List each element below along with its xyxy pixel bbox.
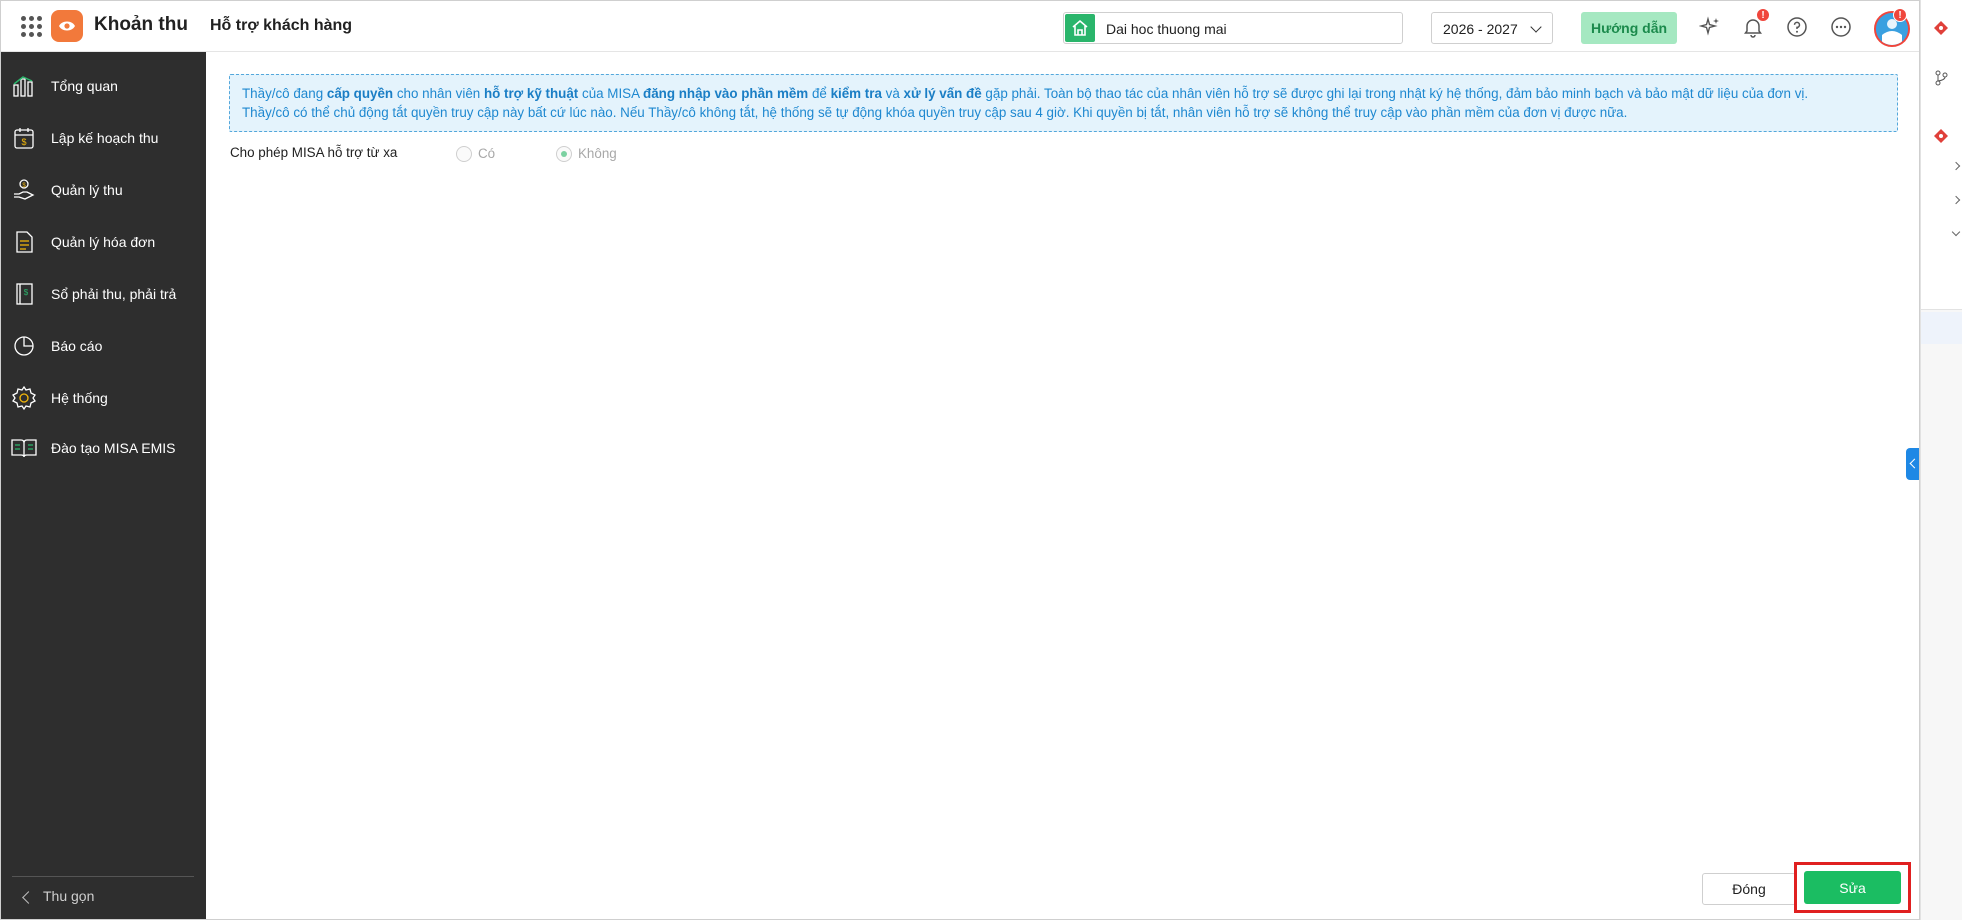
sidebar-item-label: Quản lý thu [51, 182, 123, 198]
sidebar-item-label: Hệ thống [51, 390, 108, 406]
devtools-panel [1920, 0, 1962, 310]
calendar-money-icon: $ [10, 124, 38, 152]
notice-bold: hỗ trợ kỹ thuật [483, 86, 579, 101]
org-name: Dai hoc thuong mai [1106, 21, 1227, 37]
window-frame [0, 0, 1920, 920]
invoice-icon [10, 228, 38, 256]
school-year-value: 2026 - 2027 [1443, 21, 1518, 37]
git-diamond-icon[interactable] [1933, 20, 1949, 36]
app-logo [51, 10, 83, 42]
sidebar: Tổng quan $ Lập kế hoạch thu $ Quản lý t… [0, 52, 206, 920]
sidebar-item-revenue-plan[interactable]: $ Lập kế hoạch thu [0, 118, 206, 158]
help-icon[interactable] [1785, 15, 1809, 39]
sidebar-item-label: Lập kế hoạch thu [51, 130, 159, 146]
radio-no-label: Không [578, 146, 617, 161]
avatar-badge: ! [1893, 8, 1907, 22]
svg-text:$: $ [24, 288, 29, 297]
page-title: Hỗ trợ khách hàng [210, 17, 353, 34]
sidebar-item-label: Sổ phải thu, phải trả [51, 286, 177, 302]
sidebar-item-reports[interactable]: Báo cáo [0, 326, 206, 366]
chevron-right-icon[interactable] [1951, 195, 1961, 205]
sidebar-item-label: Báo cáo [51, 338, 103, 354]
radio-yes[interactable] [456, 146, 472, 162]
more-options-icon[interactable] [1829, 15, 1853, 39]
top-bar: Khoản thu Hỗ trợ khách hàng Dai hoc thuo… [0, 0, 1920, 52]
radio-yes-label: Có [478, 146, 496, 161]
pie-chart-icon [10, 332, 38, 360]
notice-bold: kiểm tra [830, 86, 882, 101]
school-icon [1065, 14, 1095, 42]
panel-toggle-tab[interactable] [1906, 448, 1920, 480]
chevron-down-icon [1530, 21, 1542, 33]
notice-text: cho nhân viên [393, 86, 484, 101]
sidebar-item-label: Quản lý hóa đơn [51, 234, 156, 250]
chevron-right-icon[interactable] [1951, 161, 1961, 171]
guide-button[interactable]: Hướng dẫn [1581, 12, 1677, 44]
sidebar-divider [12, 876, 194, 877]
branch-icon[interactable] [1933, 70, 1949, 86]
edit-button[interactable]: Sửa [1804, 871, 1901, 904]
notification-badge: ! [1756, 8, 1770, 22]
notice-text: và [881, 86, 904, 101]
app-name: Khoản thu [94, 14, 188, 35]
sidebar-item-invoice-management[interactable]: Quản lý hóa đơn [0, 222, 206, 262]
notice-line-1: Thầy/cô đang cấp quyền cho nhân viên hỗ … [242, 85, 1885, 104]
git-diamond-icon[interactable] [1933, 128, 1949, 144]
gear-icon [10, 384, 38, 412]
notice-text: để [808, 86, 831, 101]
radio-no[interactable] [556, 146, 572, 162]
open-book-icon [10, 434, 38, 462]
sidebar-item-label: Tổng quan [51, 78, 118, 94]
school-year-dropdown[interactable]: 2026 - 2027 [1431, 12, 1553, 44]
ledger-book-icon: $ [10, 280, 38, 308]
notice-bold: cấp quyền [326, 86, 394, 101]
close-button[interactable]: Đóng [1702, 873, 1796, 905]
notice-text: gặp phải. Toàn bộ thao tác của nhân viên… [981, 86, 1809, 101]
chevron-down-icon[interactable] [1951, 227, 1961, 237]
chevron-left-icon [22, 891, 35, 904]
ai-sparkle-icon[interactable] [1698, 15, 1722, 39]
notice-text: của MISA [578, 86, 644, 101]
bar-chart-icon [10, 72, 38, 100]
hand-coin-icon: $ [10, 176, 38, 204]
notice-text: Thầy/cô đang [242, 86, 327, 101]
devtools-row-highlight [1921, 312, 1962, 344]
sidebar-item-label: Đào tạo MISA EMIS [51, 440, 176, 456]
sidebar-item-revenue-management[interactable]: $ Quản lý thu [0, 170, 206, 210]
svg-text:$: $ [21, 137, 26, 147]
notice-bold: đăng nhập vào phần mềm [643, 86, 809, 101]
sidebar-item-system[interactable]: Hệ thống [0, 378, 206, 418]
notice-line-2: Thầy/cô có thể chủ động tắt quyền truy c… [242, 104, 1628, 120]
sidebar-item-overview[interactable]: Tổng quan [0, 66, 206, 106]
sidebar-collapse-button[interactable]: Thu gọn [0, 886, 206, 920]
org-selector[interactable]: Dai hoc thuong mai [1063, 12, 1403, 44]
remote-support-notice: Thầy/cô đang cấp quyền cho nhân viên hỗ … [229, 74, 1898, 132]
sidebar-item-training[interactable]: Đào tạo MISA EMIS [0, 428, 206, 468]
collapse-label: Thu gọn [43, 888, 95, 904]
notice-bold: xử lý vấn đề [903, 86, 982, 101]
app-grid-icon[interactable] [20, 15, 42, 37]
remote-support-label: Cho phép MISA hỗ trợ từ xa [230, 145, 398, 160]
sidebar-item-ledger[interactable]: $ Sổ phải thu, phải trả [0, 274, 206, 314]
